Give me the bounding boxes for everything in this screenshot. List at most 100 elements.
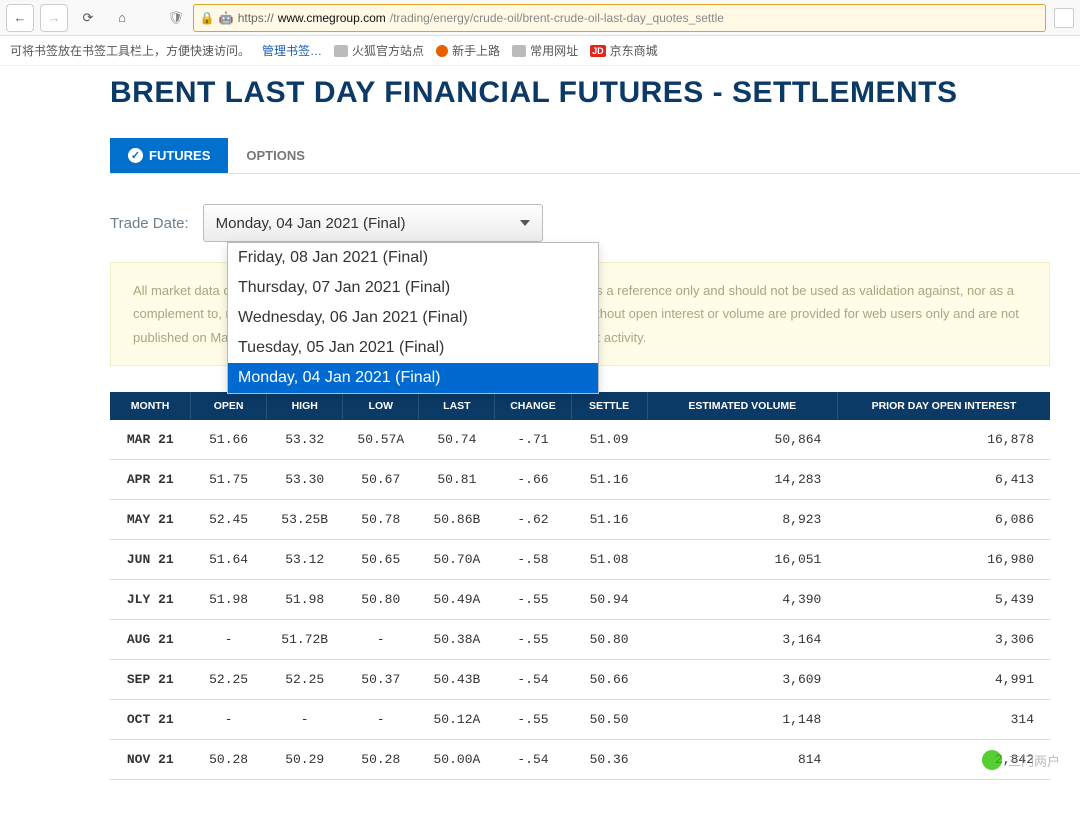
cell-settle: 51.16: [571, 500, 647, 540]
product-tabs: ✓ FUTURES OPTIONS: [110, 138, 1080, 174]
url-prefix: https://: [238, 11, 274, 25]
cell-low: 50.80: [343, 580, 419, 620]
cell-change: -.71: [495, 420, 571, 460]
cell-prior-oi: 6,413: [837, 460, 1050, 500]
cell-change: -.55: [495, 580, 571, 620]
cell-open: -: [191, 700, 267, 740]
cell-settle: 50.66: [571, 660, 647, 700]
table-row: JLY 2151.9851.9850.8050.49A-.5550.944,39…: [110, 580, 1050, 620]
cell-settle: 50.80: [571, 620, 647, 660]
cell-month: JUN 21: [110, 540, 191, 580]
cell-low: 50.37: [343, 660, 419, 700]
cell-last: 50.12A: [419, 700, 495, 740]
cell-est-vol: 50,864: [647, 420, 837, 460]
manage-bookmarks-link[interactable]: 管理书签…: [262, 42, 322, 59]
cell-settle: 50.36: [571, 740, 647, 780]
dropdown-option[interactable]: Thursday, 07 Jan 2021 (Final): [228, 273, 598, 303]
cell-high: 53.12: [267, 540, 343, 580]
home-button[interactable]: ⌂: [108, 4, 136, 32]
bookmark-item[interactable]: 常用网址: [512, 42, 578, 59]
cell-low: 50.67: [343, 460, 419, 500]
col-high: HIGH: [267, 392, 343, 420]
cell-est-vol: 8,923: [647, 500, 837, 540]
reload-button[interactable]: ⟳: [74, 4, 102, 32]
cell-last: 50.43B: [419, 660, 495, 700]
cell-change: -.55: [495, 620, 571, 660]
cell-settle: 51.16: [571, 460, 647, 500]
cell-change: -.54: [495, 660, 571, 700]
trade-date-label: Trade Date:: [110, 215, 189, 232]
chevron-down-icon: [520, 220, 530, 226]
back-button[interactable]: ←: [6, 4, 34, 32]
cell-est-vol: 4,390: [647, 580, 837, 620]
reader-button[interactable]: [1054, 8, 1074, 28]
cell-high: 51.98: [267, 580, 343, 620]
bookmark-item[interactable]: 新手上路: [436, 42, 500, 59]
cell-low: 50.28: [343, 740, 419, 780]
forward-button[interactable]: →: [40, 4, 68, 32]
cell-settle: 50.50: [571, 700, 647, 740]
cell-est-vol: 1,148: [647, 700, 837, 740]
cell-change: -.55: [495, 700, 571, 740]
settlements-table: MONTH OPEN HIGH LOW LAST CHANGE SETTLE E…: [110, 392, 1050, 780]
cell-prior-oi: 16,878: [837, 420, 1050, 460]
cell-settle: 51.08: [571, 540, 647, 580]
cell-high: 53.30: [267, 460, 343, 500]
table-row: APR 2151.7553.3050.6750.81-.6651.1614,28…: [110, 460, 1050, 500]
table-row: MAR 2151.6653.3250.57A50.74-.7151.0950,8…: [110, 420, 1050, 460]
cell-open: 52.25: [191, 660, 267, 700]
folder-icon: [334, 45, 348, 57]
cell-prior-oi: 6,086: [837, 500, 1050, 540]
url-domain: www.cmegroup.com: [278, 11, 386, 25]
bookmark-item[interactable]: 火狐官方站点: [334, 42, 424, 59]
cell-high: 53.32: [267, 420, 343, 460]
trade-date-options: Friday, 08 Jan 2021 (Final) Thursday, 07…: [227, 242, 599, 394]
url-bar[interactable]: 🔒 🤖 https://www.cmegroup.com/trading/ene…: [193, 4, 1046, 32]
bookmark-item[interactable]: JD京东商城: [590, 42, 658, 59]
cell-open: 50.28: [191, 740, 267, 780]
dropdown-option[interactable]: Wednesday, 06 Jan 2021 (Final): [228, 303, 598, 333]
table-row: JUN 2151.6453.1250.6550.70A-.5851.0816,0…: [110, 540, 1050, 580]
cell-change: -.62: [495, 500, 571, 540]
cell-high: -: [267, 700, 343, 740]
cell-last: 50.81: [419, 460, 495, 500]
cell-last: 50.00A: [419, 740, 495, 780]
cell-est-vol: 16,051: [647, 540, 837, 580]
folder-icon: [512, 45, 526, 57]
col-low: LOW: [343, 392, 419, 420]
table-row: NOV 2150.2850.2950.2850.00A-.5450.368142…: [110, 740, 1050, 780]
cell-month: MAY 21: [110, 500, 191, 540]
bookmark-hint: 可将书签放在书签工具栏上，方便快速访问。: [10, 42, 250, 59]
cell-high: 52.25: [267, 660, 343, 700]
dropdown-option-selected[interactable]: Monday, 04 Jan 2021 (Final): [228, 363, 598, 393]
cell-last: 50.38A: [419, 620, 495, 660]
dropdown-option[interactable]: Tuesday, 05 Jan 2021 (Final): [228, 333, 598, 363]
table-row: SEP 2152.2552.2550.3750.43B-.5450.663,60…: [110, 660, 1050, 700]
table-row: OCT 21---50.12A-.5550.501,148314: [110, 700, 1050, 740]
cell-month: SEP 21: [110, 660, 191, 700]
table-header-row: MONTH OPEN HIGH LOW LAST CHANGE SETTLE E…: [110, 392, 1050, 420]
dropdown-value: Monday, 04 Jan 2021 (Final): [216, 215, 406, 232]
cell-open: 52.45: [191, 500, 267, 540]
col-est-vol: ESTIMATED VOLUME: [647, 392, 837, 420]
cell-prior-oi: 314: [837, 700, 1050, 740]
dropdown-option[interactable]: Friday, 08 Jan 2021 (Final): [228, 243, 598, 273]
shield-icon[interactable]: 🛡: [165, 10, 187, 26]
cell-prior-oi: 4,991: [837, 660, 1050, 700]
cell-high: 50.29: [267, 740, 343, 780]
cell-last: 50.70A: [419, 540, 495, 580]
cell-change: -.58: [495, 540, 571, 580]
cell-last: 50.74: [419, 420, 495, 460]
lock-icon: 🔒: [200, 11, 215, 25]
cell-open: -: [191, 620, 267, 660]
cell-last: 50.49A: [419, 580, 495, 620]
cell-last: 50.86B: [419, 500, 495, 540]
cell-high: 51.72B: [267, 620, 343, 660]
tab-options[interactable]: OPTIONS: [228, 138, 323, 173]
trade-date-dropdown[interactable]: Monday, 04 Jan 2021 (Final): [203, 204, 543, 242]
cell-open: 51.98: [191, 580, 267, 620]
cell-prior-oi: 3,306: [837, 620, 1050, 660]
tab-futures[interactable]: ✓ FUTURES: [110, 138, 228, 173]
cell-est-vol: 3,164: [647, 620, 837, 660]
bookmark-bar: 可将书签放在书签工具栏上，方便快速访问。 管理书签… 火狐官方站点 新手上路 常…: [0, 36, 1080, 66]
